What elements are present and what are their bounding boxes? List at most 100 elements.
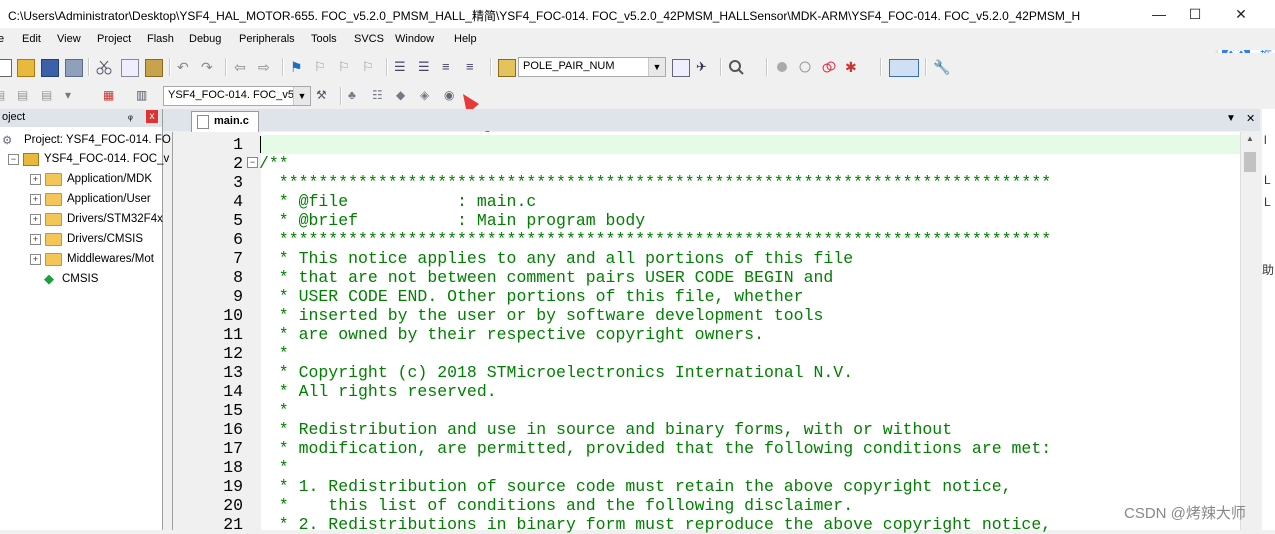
bug-icon[interactable]: ✱ xyxy=(845,59,861,75)
code-text: * this list of conditions and the follow… xyxy=(259,496,854,515)
rebuild-icon[interactable]: ▤ xyxy=(41,88,57,104)
redo-icon[interactable]: ↷ xyxy=(201,59,217,75)
target-node[interactable]: − YSF4_FOC-014. FOC_v xyxy=(8,150,169,168)
incremental-find-icon[interactable]: ✈ xyxy=(696,59,712,75)
pack-installer-icon[interactable]: ◈ xyxy=(420,88,436,104)
expand-icon[interactable]: + xyxy=(30,253,41,265)
group-drivers-stm32[interactable]: + Drivers/STM32F4x xyxy=(30,210,163,228)
nav-back-icon[interactable]: ⇦ xyxy=(234,59,250,75)
find-in-files-icon[interactable] xyxy=(498,59,516,77)
expand-icon[interactable]: + xyxy=(30,233,41,245)
menu-debug[interactable]: Debug xyxy=(189,33,221,45)
expand-icon[interactable]: + xyxy=(30,213,41,225)
menu-peripherals[interactable]: Peripherals xyxy=(239,33,295,45)
batch-build-icon[interactable]: ▾ xyxy=(65,88,81,104)
disable-breakpoint-icon[interactable] xyxy=(797,59,813,75)
pin-icon[interactable]: ᵩ xyxy=(128,110,133,122)
menu-file-stub[interactable]: e xyxy=(0,33,4,45)
kill-breakpoints-icon[interactable] xyxy=(821,59,837,75)
manage-components-icon[interactable]: ♣ xyxy=(348,88,364,104)
next-bookmark-icon[interactable]: ⚐ xyxy=(338,59,354,75)
menu-edit[interactable]: Edit xyxy=(22,33,41,45)
code-line: 21 * 2. Redistributions in binary form m… xyxy=(173,515,1241,534)
nav-forward-icon[interactable]: ⇨ xyxy=(258,59,274,75)
scroll-thumb[interactable] xyxy=(1244,152,1256,172)
folder-icon xyxy=(45,212,62,226)
watermark: CSDN @烤辣大师 xyxy=(1124,505,1246,522)
find-icon[interactable] xyxy=(672,59,690,77)
select-packs-icon[interactable]: ◆ xyxy=(396,88,412,104)
code-text: * xyxy=(259,344,289,363)
new-file-icon[interactable] xyxy=(0,59,12,77)
editor-scrollbar[interactable]: ▲ xyxy=(1240,132,1260,530)
comment-icon[interactable]: ≡ xyxy=(442,59,458,75)
menu-flash[interactable]: Flash xyxy=(147,33,174,45)
paste-icon[interactable] xyxy=(145,59,163,77)
close-button[interactable]: ✕ xyxy=(1218,0,1264,28)
expand-icon[interactable]: + xyxy=(30,173,41,185)
scroll-up-icon[interactable]: ▲ xyxy=(1246,134,1254,143)
menu-help[interactable]: Help xyxy=(454,33,477,45)
project-root[interactable]: ⚙ Project: YSF4_FOC-014. FO xyxy=(2,131,171,149)
wrench-icon[interactable]: 🔧 xyxy=(933,59,950,75)
code-line: 15 * xyxy=(173,401,1241,420)
title-bar: C:\Users\Administrator\Desktop\YSF4_HAL_… xyxy=(0,0,1275,28)
menu-svcs[interactable]: SVCS xyxy=(354,33,384,45)
save-all-icon[interactable] xyxy=(65,59,83,77)
code-editor[interactable]: − 1 2/** 3 *******************************… xyxy=(172,132,1241,534)
breakpoint-icon[interactable] xyxy=(774,59,790,75)
clear-bookmarks-icon[interactable]: ⚐ xyxy=(362,59,378,75)
window-layout-icon[interactable] xyxy=(889,59,919,77)
bookmark-icon[interactable]: ⚑ xyxy=(290,59,306,75)
line-number: 20 xyxy=(223,496,243,515)
tab-close-icon[interactable]: ✕ xyxy=(1246,112,1255,125)
group-application-mdk[interactable]: + Application/MDK xyxy=(30,170,152,188)
expand-icon[interactable]: + xyxy=(30,193,41,205)
save-icon[interactable] xyxy=(41,59,59,77)
stop-build-icon[interactable]: ▦ xyxy=(103,88,119,104)
code-line: 4 * @file : main.c xyxy=(173,192,1241,211)
file-extensions-icon[interactable]: ☷ xyxy=(372,88,388,104)
group-middlewares[interactable]: + Middlewares/Mot xyxy=(30,250,154,268)
translate-icon[interactable]: ▤ xyxy=(0,88,10,104)
download-icon[interactable]: ▥ xyxy=(136,88,152,104)
debug-session-icon[interactable] xyxy=(728,59,744,75)
cmsis-component[interactable]: ◆ CMSIS xyxy=(44,270,98,288)
copy-icon[interactable] xyxy=(121,59,139,77)
menu-window[interactable]: Window xyxy=(395,33,434,45)
code-line: 12 * xyxy=(173,344,1241,363)
menu-project[interactable]: Project xyxy=(97,33,131,45)
indent-icon[interactable]: ☰ xyxy=(394,59,410,75)
target-options-icon[interactable]: ⚒ xyxy=(316,88,332,104)
tab-label: main.c xyxy=(214,115,249,127)
file-icon xyxy=(197,115,209,129)
code-text: * 2. Redistributions in binary form must… xyxy=(259,515,1052,534)
chevron-down-icon[interactable]: ▼ xyxy=(648,58,665,76)
code-text: * @file : main.c xyxy=(259,192,537,211)
find-combo[interactable]: POLE_PAIR_NUM ▼ xyxy=(518,57,666,77)
tab-main-c[interactable]: main.c xyxy=(191,111,259,132)
menu-tools[interactable]: Tools xyxy=(311,33,337,45)
code-line: 6 **************************************… xyxy=(173,230,1241,249)
collapse-icon[interactable]: − xyxy=(8,153,19,165)
uncomment-icon[interactable]: ≡ xyxy=(466,59,482,75)
code-text: * Copyright (c) 2018 STMicroelectronics … xyxy=(259,363,854,382)
group-application-user[interactable]: + Application/User xyxy=(30,190,151,208)
cut-icon[interactable] xyxy=(96,59,112,75)
build-icon[interactable]: ▤ xyxy=(17,88,33,104)
unindent-icon[interactable]: ☰ xyxy=(418,59,434,75)
chevron-down-icon[interactable]: ▼ xyxy=(293,87,310,105)
open-folder-icon[interactable] xyxy=(17,59,35,77)
menu-view[interactable]: View xyxy=(57,33,81,45)
target-combo[interactable]: YSF4_FOC-014. FOC_v5.2 ▼ xyxy=(163,86,311,106)
undo-icon[interactable]: ↶ xyxy=(177,59,193,75)
group-drivers-cmsis[interactable]: + Drivers/CMSIS xyxy=(30,230,143,248)
code-line: 1 xyxy=(173,135,1241,154)
maximize-button[interactable]: ☐ xyxy=(1172,0,1218,28)
tab-menu-icon[interactable]: ▼ xyxy=(1226,113,1236,124)
panel-close-icon[interactable]: x xyxy=(146,110,158,123)
code-text: * USER CODE END. Other portions of this … xyxy=(259,287,804,306)
code-text: * modification, are permitted, provided … xyxy=(259,439,1052,458)
prev-bookmark-icon[interactable]: ⚐ xyxy=(314,59,330,75)
line-number: 13 xyxy=(223,363,243,382)
